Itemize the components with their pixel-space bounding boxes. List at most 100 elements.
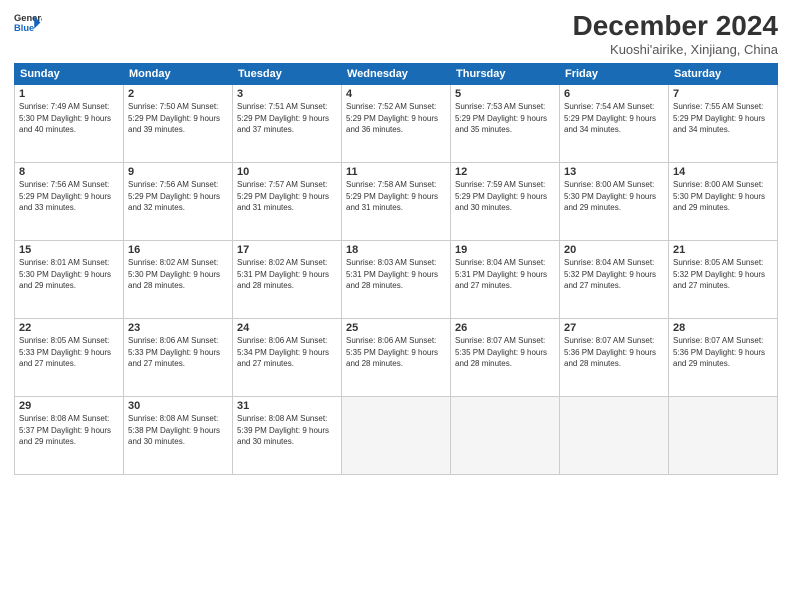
calendar-cell: 2Sunrise: 7:50 AM Sunset: 5:29 PM Daylig…: [124, 85, 233, 163]
calendar-table: Sunday Monday Tuesday Wednesday Thursday…: [14, 63, 778, 475]
col-tuesday: Tuesday: [233, 64, 342, 85]
calendar-cell: 20Sunrise: 8:04 AM Sunset: 5:32 PM Dayli…: [560, 241, 669, 319]
day-detail: Sunrise: 8:02 AM Sunset: 5:31 PM Dayligh…: [237, 257, 337, 292]
day-number: 21: [673, 244, 773, 256]
day-number: 16: [128, 244, 228, 256]
calendar-cell: 21Sunrise: 8:05 AM Sunset: 5:32 PM Dayli…: [669, 241, 778, 319]
day-detail: Sunrise: 8:06 AM Sunset: 5:33 PM Dayligh…: [128, 335, 228, 370]
calendar-cell: 7Sunrise: 7:55 AM Sunset: 5:29 PM Daylig…: [669, 85, 778, 163]
col-saturday: Saturday: [669, 64, 778, 85]
calendar-cell: 10Sunrise: 7:57 AM Sunset: 5:29 PM Dayli…: [233, 163, 342, 241]
day-detail: Sunrise: 7:54 AM Sunset: 5:29 PM Dayligh…: [564, 101, 664, 136]
day-number: 2: [128, 88, 228, 100]
header-row: Sunday Monday Tuesday Wednesday Thursday…: [15, 64, 778, 85]
svg-text:Blue: Blue: [14, 23, 34, 33]
calendar-cell: [342, 397, 451, 475]
calendar-cell: 28Sunrise: 8:07 AM Sunset: 5:36 PM Dayli…: [669, 319, 778, 397]
title-block: December 2024 Kuoshi'airike, Xinjiang, C…: [573, 10, 778, 57]
calendar-cell: 11Sunrise: 7:58 AM Sunset: 5:29 PM Dayli…: [342, 163, 451, 241]
day-detail: Sunrise: 7:53 AM Sunset: 5:29 PM Dayligh…: [455, 101, 555, 136]
calendar-cell: 22Sunrise: 8:05 AM Sunset: 5:33 PM Dayli…: [15, 319, 124, 397]
col-monday: Monday: [124, 64, 233, 85]
day-number: 7: [673, 88, 773, 100]
calendar-cell: 30Sunrise: 8:08 AM Sunset: 5:38 PM Dayli…: [124, 397, 233, 475]
calendar-cell: 4Sunrise: 7:52 AM Sunset: 5:29 PM Daylig…: [342, 85, 451, 163]
calendar-cell: 16Sunrise: 8:02 AM Sunset: 5:30 PM Dayli…: [124, 241, 233, 319]
day-detail: Sunrise: 8:07 AM Sunset: 5:36 PM Dayligh…: [673, 335, 773, 370]
page-container: General Blue December 2024 Kuoshi'airike…: [0, 0, 792, 483]
day-detail: Sunrise: 7:56 AM Sunset: 5:29 PM Dayligh…: [19, 179, 119, 214]
week-row-4: 29Sunrise: 8:08 AM Sunset: 5:37 PM Dayli…: [15, 397, 778, 475]
day-number: 25: [346, 322, 446, 334]
day-number: 29: [19, 400, 119, 412]
day-detail: Sunrise: 7:55 AM Sunset: 5:29 PM Dayligh…: [673, 101, 773, 136]
col-sunday: Sunday: [15, 64, 124, 85]
day-number: 4: [346, 88, 446, 100]
day-number: 15: [19, 244, 119, 256]
logo: General Blue: [14, 10, 42, 38]
col-thursday: Thursday: [451, 64, 560, 85]
calendar-cell: 23Sunrise: 8:06 AM Sunset: 5:33 PM Dayli…: [124, 319, 233, 397]
calendar-cell: 29Sunrise: 8:08 AM Sunset: 5:37 PM Dayli…: [15, 397, 124, 475]
calendar-cell: 26Sunrise: 8:07 AM Sunset: 5:35 PM Dayli…: [451, 319, 560, 397]
day-detail: Sunrise: 7:58 AM Sunset: 5:29 PM Dayligh…: [346, 179, 446, 214]
day-detail: Sunrise: 8:03 AM Sunset: 5:31 PM Dayligh…: [346, 257, 446, 292]
day-detail: Sunrise: 7:50 AM Sunset: 5:29 PM Dayligh…: [128, 101, 228, 136]
calendar-cell: [451, 397, 560, 475]
day-detail: Sunrise: 8:05 AM Sunset: 5:33 PM Dayligh…: [19, 335, 119, 370]
logo-icon: General Blue: [14, 10, 42, 38]
calendar-cell: 17Sunrise: 8:02 AM Sunset: 5:31 PM Dayli…: [233, 241, 342, 319]
day-number: 17: [237, 244, 337, 256]
day-detail: Sunrise: 8:04 AM Sunset: 5:32 PM Dayligh…: [564, 257, 664, 292]
day-number: 26: [455, 322, 555, 334]
month-title: December 2024: [573, 10, 778, 42]
day-number: 13: [564, 166, 664, 178]
day-detail: Sunrise: 8:06 AM Sunset: 5:34 PM Dayligh…: [237, 335, 337, 370]
week-row-1: 8Sunrise: 7:56 AM Sunset: 5:29 PM Daylig…: [15, 163, 778, 241]
day-number: 12: [455, 166, 555, 178]
day-detail: Sunrise: 7:56 AM Sunset: 5:29 PM Dayligh…: [128, 179, 228, 214]
day-number: 3: [237, 88, 337, 100]
day-detail: Sunrise: 8:05 AM Sunset: 5:32 PM Dayligh…: [673, 257, 773, 292]
day-detail: Sunrise: 8:00 AM Sunset: 5:30 PM Dayligh…: [673, 179, 773, 214]
day-number: 20: [564, 244, 664, 256]
day-number: 27: [564, 322, 664, 334]
day-detail: Sunrise: 7:51 AM Sunset: 5:29 PM Dayligh…: [237, 101, 337, 136]
day-detail: Sunrise: 8:04 AM Sunset: 5:31 PM Dayligh…: [455, 257, 555, 292]
col-friday: Friday: [560, 64, 669, 85]
day-number: 5: [455, 88, 555, 100]
day-detail: Sunrise: 8:08 AM Sunset: 5:38 PM Dayligh…: [128, 413, 228, 448]
day-detail: Sunrise: 8:08 AM Sunset: 5:37 PM Dayligh…: [19, 413, 119, 448]
day-detail: Sunrise: 8:06 AM Sunset: 5:35 PM Dayligh…: [346, 335, 446, 370]
col-wednesday: Wednesday: [342, 64, 451, 85]
day-number: 23: [128, 322, 228, 334]
day-number: 18: [346, 244, 446, 256]
day-detail: Sunrise: 8:08 AM Sunset: 5:39 PM Dayligh…: [237, 413, 337, 448]
header: General Blue December 2024 Kuoshi'airike…: [14, 10, 778, 57]
day-detail: Sunrise: 8:00 AM Sunset: 5:30 PM Dayligh…: [564, 179, 664, 214]
day-detail: Sunrise: 8:07 AM Sunset: 5:35 PM Dayligh…: [455, 335, 555, 370]
calendar-cell: [669, 397, 778, 475]
calendar-cell: 14Sunrise: 8:00 AM Sunset: 5:30 PM Dayli…: [669, 163, 778, 241]
calendar-cell: 5Sunrise: 7:53 AM Sunset: 5:29 PM Daylig…: [451, 85, 560, 163]
week-row-3: 22Sunrise: 8:05 AM Sunset: 5:33 PM Dayli…: [15, 319, 778, 397]
day-number: 1: [19, 88, 119, 100]
calendar-cell: 12Sunrise: 7:59 AM Sunset: 5:29 PM Dayli…: [451, 163, 560, 241]
day-number: 14: [673, 166, 773, 178]
calendar-cell: [560, 397, 669, 475]
day-number: 28: [673, 322, 773, 334]
calendar-cell: 9Sunrise: 7:56 AM Sunset: 5:29 PM Daylig…: [124, 163, 233, 241]
day-number: 30: [128, 400, 228, 412]
day-number: 9: [128, 166, 228, 178]
day-number: 8: [19, 166, 119, 178]
week-row-0: 1Sunrise: 7:49 AM Sunset: 5:30 PM Daylig…: [15, 85, 778, 163]
calendar-cell: 31Sunrise: 8:08 AM Sunset: 5:39 PM Dayli…: [233, 397, 342, 475]
day-detail: Sunrise: 8:02 AM Sunset: 5:30 PM Dayligh…: [128, 257, 228, 292]
day-number: 22: [19, 322, 119, 334]
day-detail: Sunrise: 7:52 AM Sunset: 5:29 PM Dayligh…: [346, 101, 446, 136]
day-detail: Sunrise: 8:01 AM Sunset: 5:30 PM Dayligh…: [19, 257, 119, 292]
location-subtitle: Kuoshi'airike, Xinjiang, China: [573, 42, 778, 57]
calendar-cell: 8Sunrise: 7:56 AM Sunset: 5:29 PM Daylig…: [15, 163, 124, 241]
calendar-cell: 25Sunrise: 8:06 AM Sunset: 5:35 PM Dayli…: [342, 319, 451, 397]
calendar-cell: 6Sunrise: 7:54 AM Sunset: 5:29 PM Daylig…: [560, 85, 669, 163]
